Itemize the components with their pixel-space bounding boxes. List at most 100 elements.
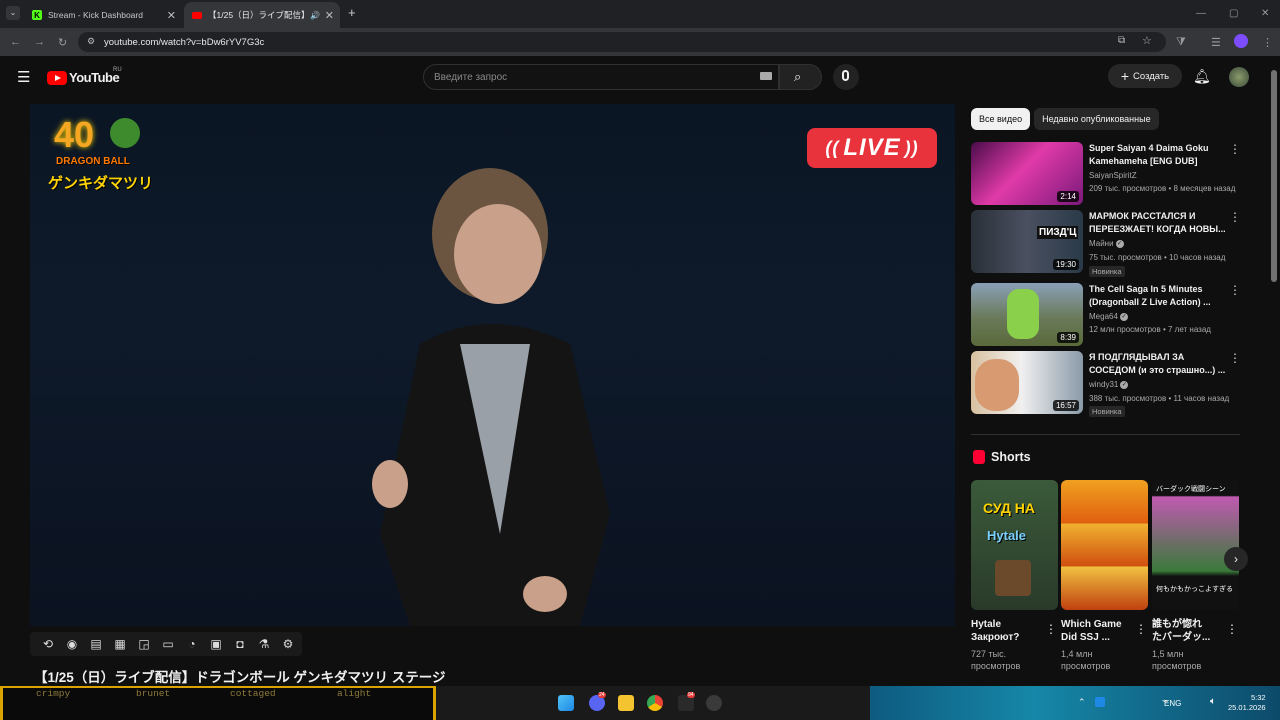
short-item[interactable]: Which Game Did SSJ ... 1,4 млн просмотров … xyxy=(1061,480,1148,672)
browser-menu-icon[interactable]: ⋮ xyxy=(1262,36,1273,49)
short-thumbnail[interactable] xyxy=(1061,480,1148,610)
video-title: Я ПОДГЛЯДЫВАЛ ЗА СОСЕДОМ (и это страшно..… xyxy=(1089,351,1229,377)
views-line: просмотров xyxy=(1061,661,1111,671)
channel-name[interactable]: Майни ✓ xyxy=(1089,239,1124,248)
taskbar-clock[interactable]: 5:32 25.01.2026 xyxy=(1228,693,1266,713)
short-item[interactable]: СУД НА Hytale Hytale Закроют? 727 тыс. про… xyxy=(971,480,1058,672)
title-line: Hytale xyxy=(971,619,1002,630)
recommendation-item[interactable]: ПИЗД'Ц 19:30 МАРМОК РАССТАЛСЯ И ПЕРЕЕЗЖАЕ… xyxy=(971,210,1241,277)
recommendation-item[interactable]: 16:57 Я ПОДГЛЯДЫВАЛ ЗА СОСЕДОМ (и это стр… xyxy=(971,351,1241,417)
extensions-icon[interactable]: ⧩ xyxy=(1176,36,1186,49)
chip-all-videos[interactable]: Все видео xyxy=(971,108,1031,130)
reload-icon[interactable]: ↻ xyxy=(58,36,67,49)
reading-list-icon[interactable]: ☰ xyxy=(1211,36,1221,49)
bookmark-star-icon[interactable]: ☆ xyxy=(1142,34,1152,47)
back-icon[interactable]: ← xyxy=(10,36,21,48)
logo-title: DRAGON BALL xyxy=(56,156,130,167)
short-item[interactable]: バーダック戦闘シーン 何もかもかっこよすぎる 誰もが惚れ たバーダッ... 1,5… xyxy=(1152,480,1239,672)
search-button[interactable]: ⌕ xyxy=(779,64,822,90)
wallpaper-word: brunet xyxy=(136,688,171,699)
volume-icon[interactable]: 🔈︎ xyxy=(1210,696,1216,707)
file-explorer-icon[interactable] xyxy=(618,695,634,711)
create-button[interactable]: + Создать xyxy=(1108,64,1182,88)
account-avatar[interactable] xyxy=(1229,67,1249,87)
views-line: просмотров xyxy=(1152,661,1202,671)
chrome-icon[interactable] xyxy=(647,695,663,711)
tab-list-chevron-icon[interactable]: ⌄ xyxy=(6,6,20,20)
discord-badge: 24 xyxy=(598,692,606,698)
recommendation-item[interactable]: 2:14 Super Saiyan 4 Daima Goku Kamehameha… xyxy=(971,142,1241,206)
tray-chevron-icon[interactable]: ⌃ xyxy=(1078,697,1086,708)
input-language[interactable]: ENG xyxy=(1164,699,1181,708)
windows-start-icon[interactable] xyxy=(558,695,574,711)
broadcast-icon[interactable]: ◉ xyxy=(62,634,82,654)
youtube-logo[interactable]: YouTube xyxy=(47,70,120,85)
more-options-icon[interactable]: ⋮ xyxy=(1229,351,1241,365)
live-label: LIVE xyxy=(843,134,901,161)
tab-kick-dashboard[interactable]: K Stream - Kick Dashboard ✕ xyxy=(24,2,182,28)
subtitles-icon[interactable]: ▤ xyxy=(86,634,106,654)
site-info-icon[interactable]: ⚙ xyxy=(87,36,95,47)
video-meta: 12 млн просмотров • 7 лет назад xyxy=(1089,325,1211,334)
tab-youtube-live[interactable]: 【1/25（日）ライブ配信】ドラゴ 🔊 ✕ xyxy=(184,2,340,28)
video-player[interactable]: 40 DRAGON BALL ゲンキダマツリ (( LIVE )) xyxy=(30,104,955,626)
address-bar[interactable]: ⚙ youtube.com/watch?v=bDw6rYV7G3c ⧉ ☆ xyxy=(78,32,1166,52)
close-tab-icon[interactable]: ✕ xyxy=(325,9,334,22)
notifications-bell-icon[interactable]: 🔔︎ xyxy=(1193,68,1211,85)
close-tab-icon[interactable]: ✕ xyxy=(167,9,176,22)
miniplayer-icon[interactable]: ▣ xyxy=(206,634,226,654)
short-title: 誰もが惚れ たバーダッ... xyxy=(1152,618,1224,644)
chip-recently-uploaded[interactable]: Недавно опубликованные xyxy=(1034,108,1159,130)
film-icon[interactable]: ▦ xyxy=(110,634,130,654)
video-meta: 75 тыс. просмотров • 10 часов назад xyxy=(1089,253,1226,262)
channel-name[interactable]: SaiyanSpiritZ xyxy=(1089,171,1137,180)
video-thumbnail[interactable]: ПИЗД'Ц 19:30 xyxy=(971,210,1083,273)
more-options-icon[interactable]: ⋮ xyxy=(1229,283,1241,297)
channel-name[interactable]: windy31 ✓ xyxy=(1089,380,1129,389)
short-title: Which Game Did SSJ ... xyxy=(1061,618,1133,644)
new-tab-button[interactable]: + xyxy=(348,5,356,20)
page-scrollbar[interactable] xyxy=(1271,70,1277,282)
screenshot-icon[interactable]: ◘ xyxy=(230,634,250,654)
short-thumbnail[interactable]: СУД НА Hytale xyxy=(971,480,1058,610)
short-thumbnail[interactable]: バーダック戦闘シーン 何もかもかっこよすぎる xyxy=(1152,480,1239,610)
experiment-flask-icon[interactable]: ⚗ xyxy=(254,634,274,654)
hamburger-menu-icon[interactable]: ☰ xyxy=(17,68,30,86)
voice-search-button[interactable] xyxy=(833,64,859,90)
close-window-icon[interactable]: ✕ xyxy=(1261,8,1269,19)
forward-icon[interactable]: → xyxy=(34,36,45,48)
cinema-mode-icon[interactable]: ▭ xyxy=(158,634,178,654)
profile-avatar[interactable] xyxy=(1234,34,1248,48)
recommendation-item[interactable]: 8:39 The Cell Saga In 5 Minutes (Dragonba… xyxy=(971,283,1241,347)
video-thumbnail[interactable]: 16:57 xyxy=(971,351,1083,414)
verified-check-icon: ✓ xyxy=(1120,380,1129,389)
install-app-icon[interactable]: ⧉ xyxy=(1118,35,1125,46)
channel-name[interactable]: Mega64 ✓ xyxy=(1089,312,1128,321)
title-line: Kamehameha [ENG DUB] xyxy=(1089,156,1198,166)
picture-in-picture-icon[interactable]: ◲ xyxy=(134,634,154,654)
taskbar-system-tray: ⌃ ⌁ 🔈︎ xyxy=(870,686,1280,720)
more-options-icon[interactable]: ⋮ xyxy=(1226,622,1238,636)
taskbar-wallpaper-left: crimpy brunet cottaged alight xyxy=(0,686,436,720)
audio-playing-icon[interactable]: 🔊 xyxy=(310,11,320,20)
maximize-icon[interactable]: ▢ xyxy=(1229,8,1238,19)
settings-gear-icon[interactable]: ⚙ xyxy=(278,634,298,654)
tray-app-icon[interactable] xyxy=(1095,697,1105,707)
verified-check-icon: ✓ xyxy=(1115,239,1124,248)
shorts-next-arrow-icon[interactable]: › xyxy=(1224,547,1248,571)
minimize-icon[interactable]: — xyxy=(1196,8,1206,19)
video-meta: 209 тыс. просмотров • 8 месяцев назад xyxy=(1089,184,1236,193)
more-options-icon[interactable]: ⋮ xyxy=(1135,622,1147,636)
speed-icon[interactable]: ◔ xyxy=(182,634,202,654)
more-options-icon[interactable]: ⋮ xyxy=(1229,142,1241,156)
more-options-icon[interactable]: ⋮ xyxy=(1229,210,1241,224)
new-badge: Новинка xyxy=(1089,406,1125,417)
search-input[interactable]: Введите запрос xyxy=(423,64,779,90)
title-line: МАРМОК РАССТАЛСЯ И xyxy=(1089,211,1196,221)
video-thumbnail[interactable]: 2:14 xyxy=(971,142,1083,205)
more-options-icon[interactable]: ⋮ xyxy=(1045,622,1057,636)
loop-icon[interactable]: ⟲ xyxy=(38,634,58,654)
obs-icon[interactable] xyxy=(706,695,722,711)
video-thumbnail[interactable]: 8:39 xyxy=(971,283,1083,346)
keyboard-icon[interactable] xyxy=(760,72,772,80)
